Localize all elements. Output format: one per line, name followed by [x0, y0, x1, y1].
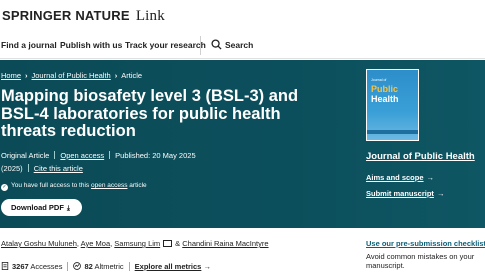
aims-scope-link[interactable]: Aims and scope → [366, 173, 434, 182]
metrics-separator [128, 262, 130, 271]
article-meta: Original Article Open access Published: 20… [1, 151, 196, 160]
springer-nature-link-logo[interactable]: Springer Nature Link [2, 7, 165, 25]
article-type: Original Article [1, 151, 50, 160]
author-link[interactable]: Aye Moa [81, 239, 110, 248]
brand-name: Springer Nature [2, 8, 130, 23]
document-icon [1, 262, 9, 270]
aims-scope-label: Aims and scope [366, 173, 424, 182]
submit-manuscript-link[interactable]: Submit manuscript → [366, 189, 444, 198]
nav-track-research[interactable]: Track your research [125, 40, 206, 50]
article-metrics: 3267 Accesses 82 Altmetric Explore all met… [1, 262, 211, 271]
nav-divider [200, 36, 201, 55]
author-link[interactable]: Samsung Lim [114, 239, 160, 248]
access-note-suffix: article [129, 182, 147, 189]
breadcrumb-separator: › [114, 71, 118, 80]
altmetric-icon [73, 262, 82, 270]
arrow-right-icon: → [203, 262, 211, 271]
access-note-prefix: You have full access to this [11, 182, 90, 189]
download-icon: ⤓ [66, 205, 71, 212]
top-bar: Springer Nature Link [0, 0, 485, 30]
author-link[interactable]: Atalay Goshu Muluneh [1, 239, 77, 248]
journal-name-link[interactable]: Journal of Public Health [366, 151, 475, 162]
meta-separator [54, 151, 56, 159]
journal-cover-image[interactable]: Journal of Public Health [366, 69, 419, 141]
pre-submission-label: Use our pre-submission checklist [366, 239, 485, 248]
meta-separator [109, 151, 111, 159]
checklist-description: Avoid common mistakes on your manuscript… [366, 252, 475, 270]
arrow-right-icon: → [436, 189, 445, 198]
access-note-link[interactable]: open access [91, 182, 128, 189]
access-note: ✓ You have full access to this open acces… [1, 182, 147, 191]
explore-metrics-link[interactable]: Explore all metrics [135, 262, 202, 271]
main-nav: Find a journal Publish with us Track you… [0, 30, 485, 59]
article-title: Mapping biosafety level 3 (BSL-3) and BS… [1, 87, 299, 140]
altmetric-label: Altmetric [94, 262, 124, 271]
nav-search[interactable]: Search [225, 40, 253, 50]
open-access-link[interactable]: Open access [60, 151, 104, 160]
metrics-separator [67, 262, 69, 271]
author-list: Atalay Goshu Muluneh, Aye Moa, Samsung L… [1, 239, 269, 248]
accesses-count: 3267 [12, 262, 29, 271]
cover-small-text: Journal of [371, 78, 387, 82]
breadcrumb: Home › Journal of Public Health › Article [1, 71, 142, 80]
article-year: (2025) [1, 164, 23, 173]
search-icon[interactable] [211, 39, 222, 50]
breadcrumb-home[interactable]: Home [1, 71, 21, 80]
altmetric-count: 82 [84, 262, 93, 271]
meta-separator [27, 164, 29, 172]
download-pdf-label: Download PDF [11, 203, 64, 212]
cover-title-2: Health [371, 94, 399, 104]
article-header: Home › Journal of Public Health › Article Ma… [0, 60, 485, 228]
breadcrumb-current: Article [121, 71, 143, 80]
accesses-label: Accesses [30, 262, 63, 271]
cover-bar [367, 130, 418, 134]
mail-icon[interactable] [163, 240, 173, 247]
breadcrumb-journal[interactable]: Journal of Public Health [32, 71, 111, 80]
download-pdf-button[interactable]: Download PDF ⤓ [1, 199, 82, 216]
product-name: Link [135, 8, 165, 24]
arrow-right-icon: → [426, 173, 435, 182]
submit-manuscript-label: Submit manuscript [366, 189, 434, 198]
pre-submission-checklist-link[interactable]: Use our pre-submission checklist → [366, 239, 485, 248]
cite-article-link[interactable]: Cite this article [34, 164, 83, 173]
check-icon: ✓ [1, 184, 8, 191]
published-date: Published: 20 May 2025 [115, 151, 196, 160]
nav-publish[interactable]: Publish with us [60, 40, 122, 50]
nav-find-journal[interactable]: Find a journal [1, 40, 57, 50]
breadcrumb-separator: › [25, 71, 28, 80]
cover-title-1: Public [371, 84, 399, 94]
author-link[interactable]: Chandini Raina MacIntyre [182, 239, 268, 248]
article-meta-2: (2025) Cite this article [1, 164, 83, 173]
